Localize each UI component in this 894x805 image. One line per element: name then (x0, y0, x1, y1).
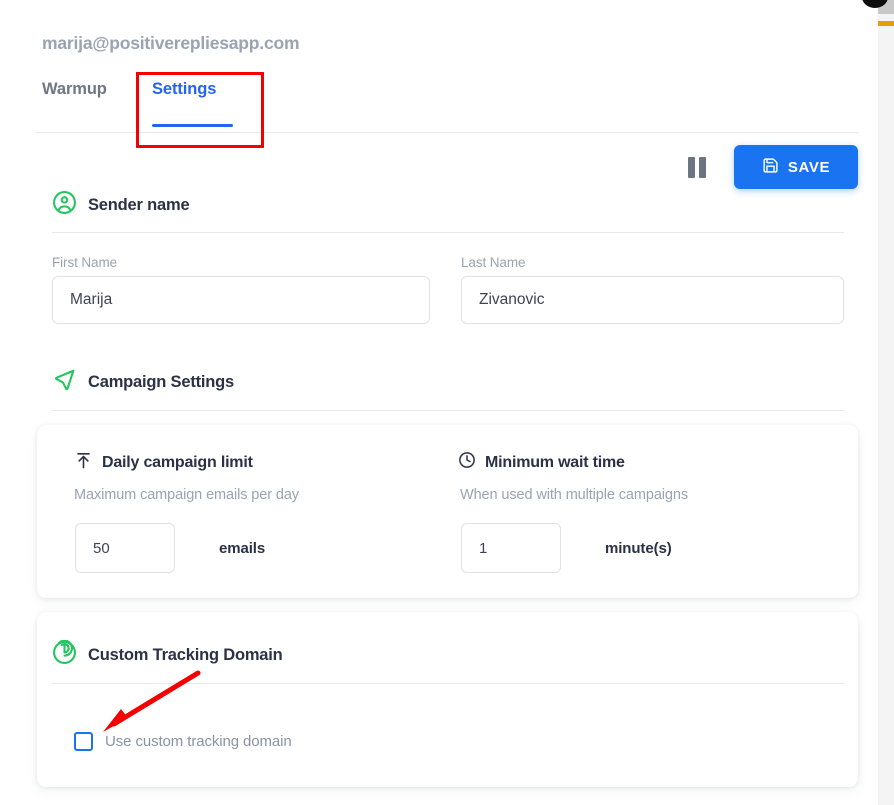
custom-tracking-domain-title: Custom Tracking Domain (88, 645, 283, 664)
sender-name-title: Sender name (88, 195, 190, 214)
pause-icon[interactable] (688, 156, 708, 178)
wait-time-description: When used with multiple campaigns (460, 487, 689, 503)
daily-limit-input[interactable] (75, 523, 175, 573)
radar-tracking-icon (52, 639, 77, 670)
active-tab-indicator (152, 124, 233, 127)
tab-settings[interactable]: Settings (152, 80, 216, 113)
pause-bar-right (699, 156, 706, 178)
scrollbar-track[interactable] (878, 0, 894, 805)
wait-time-unit: minute(s) (605, 540, 672, 557)
scrollbar-marker (878, 21, 894, 26)
wait-time-input[interactable] (461, 523, 561, 573)
use-custom-tracking-domain-row[interactable]: Use custom tracking domain (74, 732, 292, 751)
last-name-input[interactable] (461, 276, 844, 324)
custom-tracking-domain-heading: Custom Tracking Domain (52, 639, 283, 670)
tab-warmup[interactable]: Warmup (42, 80, 107, 113)
tab-bar: Warmup Settings (42, 80, 858, 132)
use-custom-tracking-domain-checkbox[interactable] (74, 732, 93, 751)
campaign-settings-card: Daily campaign limit Maximum campaign em… (37, 425, 858, 598)
save-button-label: SAVE (787, 158, 831, 176)
wait-time-heading: Minimum wait time (458, 451, 625, 474)
campaign-settings-rule (52, 410, 844, 411)
save-floppy-icon (762, 157, 779, 178)
first-name-label: First Name (52, 255, 118, 270)
campaign-settings-heading: Campaign Settings (52, 367, 234, 397)
daily-limit-description: Maximum campaign emails per day (74, 487, 299, 503)
custom-tracking-domain-card (37, 612, 858, 787)
sender-name-heading: Sender name (52, 190, 190, 220)
custom-tracking-domain-rule (52, 683, 844, 684)
scrollbar-thumb[interactable] (878, 0, 894, 14)
daily-limit-title: Daily campaign limit (102, 454, 253, 471)
wait-time-title: Minimum wait time (485, 453, 625, 471)
save-button[interactable]: SAVE (734, 145, 858, 189)
settings-page: marija@positiverepliesapp.com Warmup Set… (0, 0, 894, 805)
sender-name-rule (52, 232, 844, 233)
first-name-input[interactable] (52, 276, 430, 324)
send-arrow-icon (52, 367, 77, 397)
clock-icon (458, 451, 476, 474)
daily-limit-unit: emails (219, 540, 266, 557)
last-name-label: Last Name (461, 255, 526, 270)
use-custom-tracking-domain-label: Use custom tracking domain (105, 733, 292, 750)
arrow-up-to-line-icon (74, 451, 93, 475)
campaign-settings-title: Campaign Settings (88, 372, 235, 391)
account-circle-icon (52, 190, 77, 220)
account-email: marija@positiverepliesapp.com (42, 33, 300, 53)
tab-divider (36, 132, 858, 133)
daily-limit-heading: Daily campaign limit (74, 451, 253, 475)
pause-bar-left (688, 156, 695, 178)
